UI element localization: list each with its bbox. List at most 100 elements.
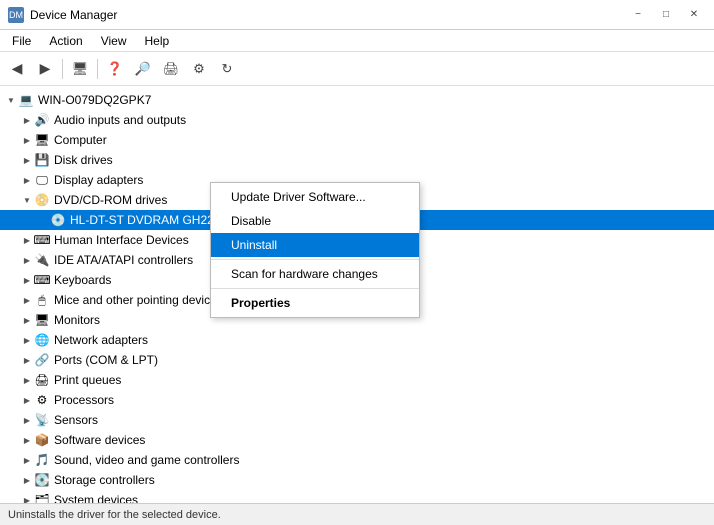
toolbar-back[interactable]: ◀ [4, 56, 30, 82]
minimize-button[interactable]: − [626, 6, 650, 24]
ctx-item-properties[interactable]: Properties [211, 291, 419, 315]
arrow-monitors: ▶ [20, 313, 34, 327]
tree-item-storage[interactable]: ▶💽 Storage controllers [0, 470, 714, 490]
arrow-keyboard: ▶ [20, 273, 34, 287]
toolbar-scan[interactable]: 🔎 [130, 56, 156, 82]
menu-view[interactable]: View [93, 32, 135, 50]
menu-bar: File Action View Help [0, 30, 714, 52]
arrow-dvd-drive [36, 213, 50, 227]
label-ports: Ports (COM & LPT) [54, 353, 158, 367]
icon-keyboard: ⌨ [34, 272, 50, 288]
label-audio: Audio inputs and outputs [54, 113, 186, 127]
label-sensors: Sensors [54, 413, 98, 427]
label-disk: Disk drives [54, 153, 113, 167]
tree-item-audio[interactable]: ▶🔊 Audio inputs and outputs [0, 110, 714, 130]
label-monitors: Monitors [54, 313, 100, 327]
tree-item-network[interactable]: ▶🌐 Network adapters [0, 330, 714, 350]
root-icon: 💻 [18, 92, 34, 108]
label-computer: Computer [54, 133, 107, 147]
root-label: WIN-O079DQ2GPK7 [38, 93, 151, 107]
label-mice: Mice and other pointing devices [54, 293, 223, 307]
icon-display: 🖵 [34, 172, 50, 188]
tree-root[interactable]: ▼ 💻 WIN-O079DQ2GPK7 [0, 90, 714, 110]
arrow-display: ▶ [20, 173, 34, 187]
icon-mice: 🖱 [34, 292, 50, 308]
tree-item-print[interactable]: ▶🖨Print queues [0, 370, 714, 390]
toolbar-forward[interactable]: ▶ [32, 56, 58, 82]
label-sound: Sound, video and game controllers [54, 453, 239, 467]
label-ide: IDE ATA/ATAPI controllers [54, 253, 193, 267]
label-network: Network adapters [54, 333, 148, 347]
arrow-mice: ▶ [20, 293, 34, 307]
menu-file[interactable]: File [4, 32, 39, 50]
icon-monitors: 🖥 [34, 312, 50, 328]
menu-action[interactable]: Action [41, 32, 90, 50]
ctx-item-uninstall[interactable]: Uninstall [211, 233, 419, 257]
icon-software: 📦 [34, 432, 50, 448]
maximize-button[interactable]: □ [654, 6, 678, 24]
tree-item-disk[interactable]: ▶💾 Disk drives [0, 150, 714, 170]
toolbar-computer[interactable]: 🖥 [67, 56, 93, 82]
label-system: System devices [54, 493, 138, 503]
icon-system: 🗂 [34, 492, 50, 503]
close-button[interactable]: ✕ [682, 6, 706, 24]
label-print: Print queues [54, 373, 121, 387]
main-area: ▼ 💻 WIN-O079DQ2GPK7 ▶🔊Audio inputs and o… [0, 86, 714, 503]
title-icon: DM [8, 7, 24, 23]
label-dvd-drive: HL-DT-ST DVDRAM GH22NS [70, 213, 230, 227]
tree-item-proc[interactable]: ▶⚙Processors [0, 390, 714, 410]
icon-ide: 🔌 [34, 252, 50, 268]
ctx-item-update[interactable]: Update Driver Software... [211, 185, 419, 209]
icon-sensors: 📡 [34, 412, 50, 428]
label-proc: Processors [54, 393, 114, 407]
status-text: Uninstalls the driver for the selected d… [8, 509, 221, 521]
tree-item-computer[interactable]: ▶🖥 Computer [0, 130, 714, 150]
ctx-item-disable[interactable]: Disable [211, 209, 419, 233]
icon-computer: 🖥 [34, 132, 50, 148]
arrow-disk: ▶ [20, 153, 34, 167]
icon-ports: 🔗 [34, 352, 50, 368]
arrow-sensors: ▶ [20, 413, 34, 427]
ctx-item-scan[interactable]: Scan for hardware changes [211, 262, 419, 286]
toolbar: ◀ ▶ 🖥 ❓ 🔎 🖨 ⚙ ↻ [0, 52, 714, 86]
toolbar-help[interactable]: ❓ [102, 56, 128, 82]
tree-item-system[interactable]: ▶🗂 System devices [0, 490, 714, 503]
icon-dvd: 📀 [34, 192, 50, 208]
ctx-separator-sep1 [211, 259, 419, 260]
menu-help[interactable]: Help [137, 32, 178, 50]
label-keyboard: Keyboards [54, 273, 111, 287]
icon-network: 🌐 [34, 332, 50, 348]
toolbar-settings[interactable]: ⚙ [186, 56, 212, 82]
icon-sound: 🎵 [34, 452, 50, 468]
window-controls: − □ ✕ [626, 6, 706, 24]
toolbar-print[interactable]: 🖨 [158, 56, 184, 82]
tree-item-ports[interactable]: ▶🔗 Ports (COM & LPT) [0, 350, 714, 370]
arrow-system: ▶ [20, 493, 34, 503]
title-bar: DM Device Manager − □ ✕ [0, 0, 714, 30]
toolbar-separator-2 [97, 59, 98, 79]
arrow-ports: ▶ [20, 353, 34, 367]
toolbar-update[interactable]: ↻ [214, 56, 240, 82]
root-arrow: ▼ [4, 93, 18, 107]
arrow-software: ▶ [20, 433, 34, 447]
tree-item-sound[interactable]: ▶🎵Sound, video and game controllers [0, 450, 714, 470]
label-storage: Storage controllers [54, 473, 155, 487]
context-menu: Update Driver Software...DisableUninstal… [210, 182, 420, 318]
icon-storage: 💽 [34, 472, 50, 488]
icon-disk: 💾 [34, 152, 50, 168]
arrow-computer: ▶ [20, 133, 34, 147]
icon-dvd-drive: 💿 [50, 212, 66, 228]
arrow-ide: ▶ [20, 253, 34, 267]
icon-hid: ⌨ [34, 232, 50, 248]
tree-item-software[interactable]: ▶📦Software devices [0, 430, 714, 450]
arrow-print: ▶ [20, 373, 34, 387]
icon-audio: 🔊 [34, 112, 50, 128]
arrow-network: ▶ [20, 333, 34, 347]
arrow-dvd: ▼ [20, 193, 34, 207]
arrow-audio: ▶ [20, 113, 34, 127]
arrow-storage: ▶ [20, 473, 34, 487]
label-display: Display adapters [54, 173, 143, 187]
tree-item-sensors[interactable]: ▶📡 Sensors [0, 410, 714, 430]
label-dvd: DVD/CD-ROM drives [54, 193, 167, 207]
ctx-separator-sep2 [211, 288, 419, 289]
